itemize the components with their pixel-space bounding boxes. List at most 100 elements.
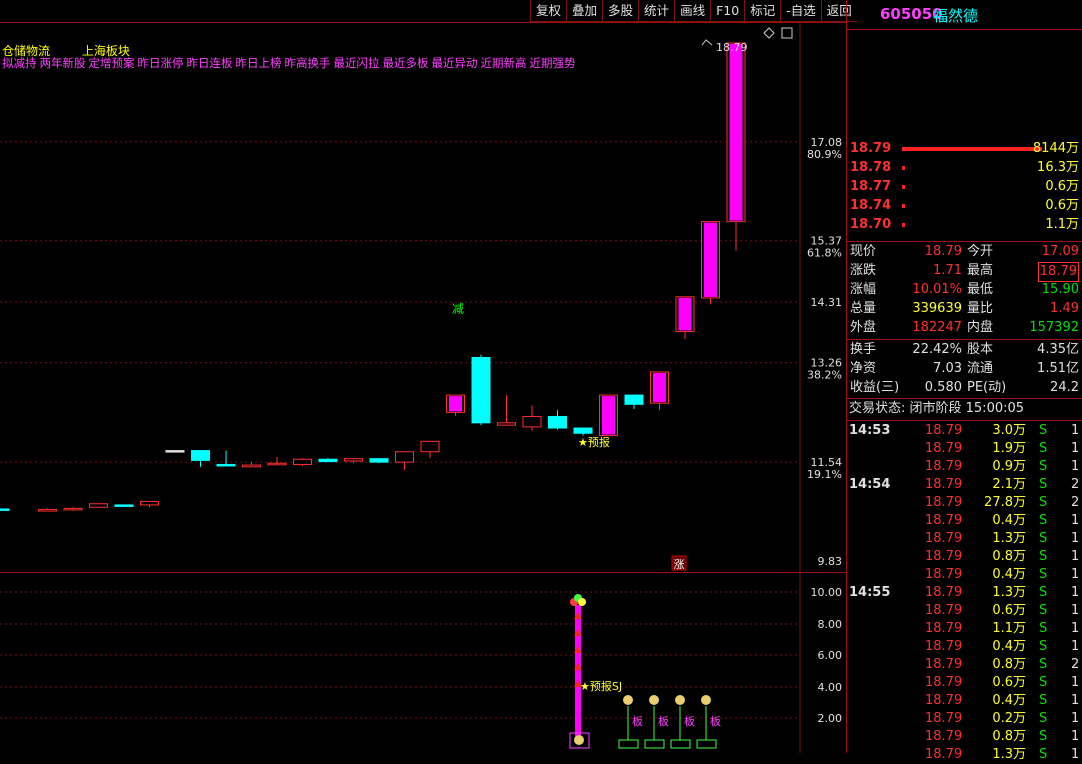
tick-price: 18.79	[925, 441, 963, 456]
tick-count: 1	[1071, 459, 1080, 474]
candle-body[interactable]	[165, 450, 185, 453]
tick-row[interactable]: 14:54 18.79 2.1万 S 2	[847, 476, 1082, 494]
tick-price: 18.79	[925, 657, 963, 672]
candle-body[interactable]	[395, 451, 414, 463]
stat-value: 1.49	[1050, 301, 1079, 316]
tick-volume: 2.1万	[992, 477, 1026, 492]
tick-volume: 3.0万	[992, 423, 1026, 438]
stat-value: 17.09	[1041, 244, 1079, 259]
stat-row: 外盘 182247 内盘 157392	[847, 319, 1082, 337]
tick-row[interactable]: 18.79 27.8万 S 2	[847, 494, 1082, 512]
candle-body[interactable]	[216, 463, 236, 467]
candle-body[interactable]	[573, 427, 593, 434]
board-label: 板	[658, 714, 669, 728]
stat-value: 7.03	[933, 361, 962, 376]
tick-row[interactable]: 18.79 1.1万 S 1	[847, 620, 1082, 638]
tick-price: 18.79	[925, 675, 963, 690]
tick-row[interactable]: 18.79 0.9万 S 1	[847, 458, 1082, 476]
tick-side: S	[1039, 747, 1048, 762]
tick-row[interactable]: 14:53 18.79 3.0万 S 1	[847, 422, 1082, 440]
order-book-row[interactable]: 18.78 16.3万	[847, 159, 1082, 177]
candle-body[interactable]	[0, 508, 10, 511]
stat-label: 总量	[850, 301, 877, 316]
candle-body[interactable]	[191, 450, 210, 461]
order-book-row[interactable]: 18.79 8144万	[847, 140, 1082, 158]
tick-price: 18.79	[925, 639, 963, 654]
tick-row[interactable]: 18.79 0.4万 S 1	[847, 692, 1082, 710]
candle-body[interactable]	[344, 458, 363, 462]
tick-volume: 0.4万	[992, 693, 1026, 708]
candle-body[interactable]	[522, 415, 542, 428]
tick-row[interactable]: 18.79 0.4万 S 1	[847, 638, 1082, 656]
tick-row[interactable]: 18.79 0.4万 S 1	[847, 512, 1082, 530]
signal-bar	[575, 605, 581, 740]
candle-body[interactable]	[293, 458, 312, 465]
tick-count: 1	[1071, 621, 1080, 636]
stat-value: 10.01%	[912, 282, 962, 297]
candle-body[interactable]	[548, 415, 567, 429]
candle-body[interactable]	[369, 458, 389, 463]
diamond-icon[interactable]	[763, 27, 775, 39]
tick-row[interactable]: 14:55 18.79 1.3万 S 1	[847, 584, 1082, 602]
candle-body[interactable]	[497, 422, 516, 426]
stat-row: 收益(三) 0.580 PE(动) 24.2	[847, 379, 1082, 397]
stat-label: 收益(三)	[850, 380, 900, 395]
lower-axis-label: 10.00	[811, 586, 843, 599]
candle-body[interactable]	[471, 357, 491, 424]
tick-side: S	[1039, 603, 1048, 618]
stat-value: 22.42%	[912, 342, 962, 357]
order-price: 18.74	[850, 198, 892, 213]
order-book-row[interactable]: 18.70 1.1万	[847, 216, 1082, 234]
board-box	[696, 739, 717, 749]
tick-price: 18.79	[925, 567, 963, 582]
tick-volume: 0.4万	[992, 567, 1026, 582]
maximize-icon[interactable]	[781, 27, 793, 39]
tick-count: 1	[1071, 549, 1080, 564]
tick-time: 14:54	[849, 477, 891, 492]
tick-row[interactable]: 18.79 0.2万 S 1	[847, 710, 1082, 728]
tick-row[interactable]: 18.79 0.8万 S 2	[847, 656, 1082, 674]
tick-row[interactable]: 18.79 1.3万 S 1	[847, 746, 1082, 764]
tick-row[interactable]: 18.79 0.8万 S 1	[847, 548, 1082, 566]
candle-body[interactable]	[318, 458, 338, 463]
tick-side: S	[1039, 495, 1048, 510]
candle-body[interactable]	[420, 440, 440, 453]
tick-price: 18.79	[925, 747, 963, 762]
order-price: 18.78	[850, 160, 892, 175]
candle-body[interactable]	[89, 503, 108, 508]
candle-body[interactable]	[63, 507, 83, 511]
tick-row[interactable]: 18.79 1.3万 S 1	[847, 530, 1082, 548]
tick-row[interactable]: 18.79 1.9万 S 1	[847, 440, 1082, 458]
tick-price: 18.79	[925, 585, 963, 600]
board-label: 板	[710, 714, 721, 728]
candle-body[interactable]	[140, 500, 159, 506]
tick-price: 18.79	[925, 477, 963, 492]
tick-row[interactable]: 18.79 0.8万 S 1	[847, 728, 1082, 746]
candle-body[interactable]	[624, 394, 644, 405]
candle-body[interactable]	[242, 464, 261, 468]
tick-row[interactable]: 18.79 0.4万 S 1	[847, 566, 1082, 584]
tick-side: S	[1039, 459, 1048, 474]
candle-body[interactable]	[267, 462, 287, 466]
high-marker: 18.79	[716, 41, 748, 54]
stat-row: 涨幅 10.01% 最低 15.90	[847, 281, 1082, 299]
tick-count: 1	[1071, 693, 1080, 708]
stat-value: 182247	[912, 320, 962, 335]
price-axis-label: 38.2%	[807, 369, 842, 382]
tick-time: 14:55	[849, 585, 891, 600]
board-box	[618, 739, 639, 749]
candle-body[interactable]	[38, 509, 57, 512]
tick-count: 1	[1071, 675, 1080, 690]
tick-side: S	[1039, 657, 1048, 672]
stat-label: 净资	[850, 361, 877, 376]
tick-row[interactable]: 18.79 0.6万 S 1	[847, 674, 1082, 692]
tick-price: 18.79	[925, 459, 963, 474]
candlestick-chart[interactable]: 17.0880.9%15.3761.8%14.3113.2638.2%11.54…	[0, 0, 846, 753]
candle-body[interactable]	[114, 504, 134, 507]
tick-row[interactable]: 18.79 0.6万 S 1	[847, 602, 1082, 620]
candle-fill	[729, 44, 743, 221]
stat-value: 18.79	[1037, 262, 1079, 282]
tick-price: 18.79	[925, 513, 963, 528]
order-book-row[interactable]: 18.74 0.6万	[847, 197, 1082, 215]
order-book-row[interactable]: 18.77 0.6万	[847, 178, 1082, 196]
